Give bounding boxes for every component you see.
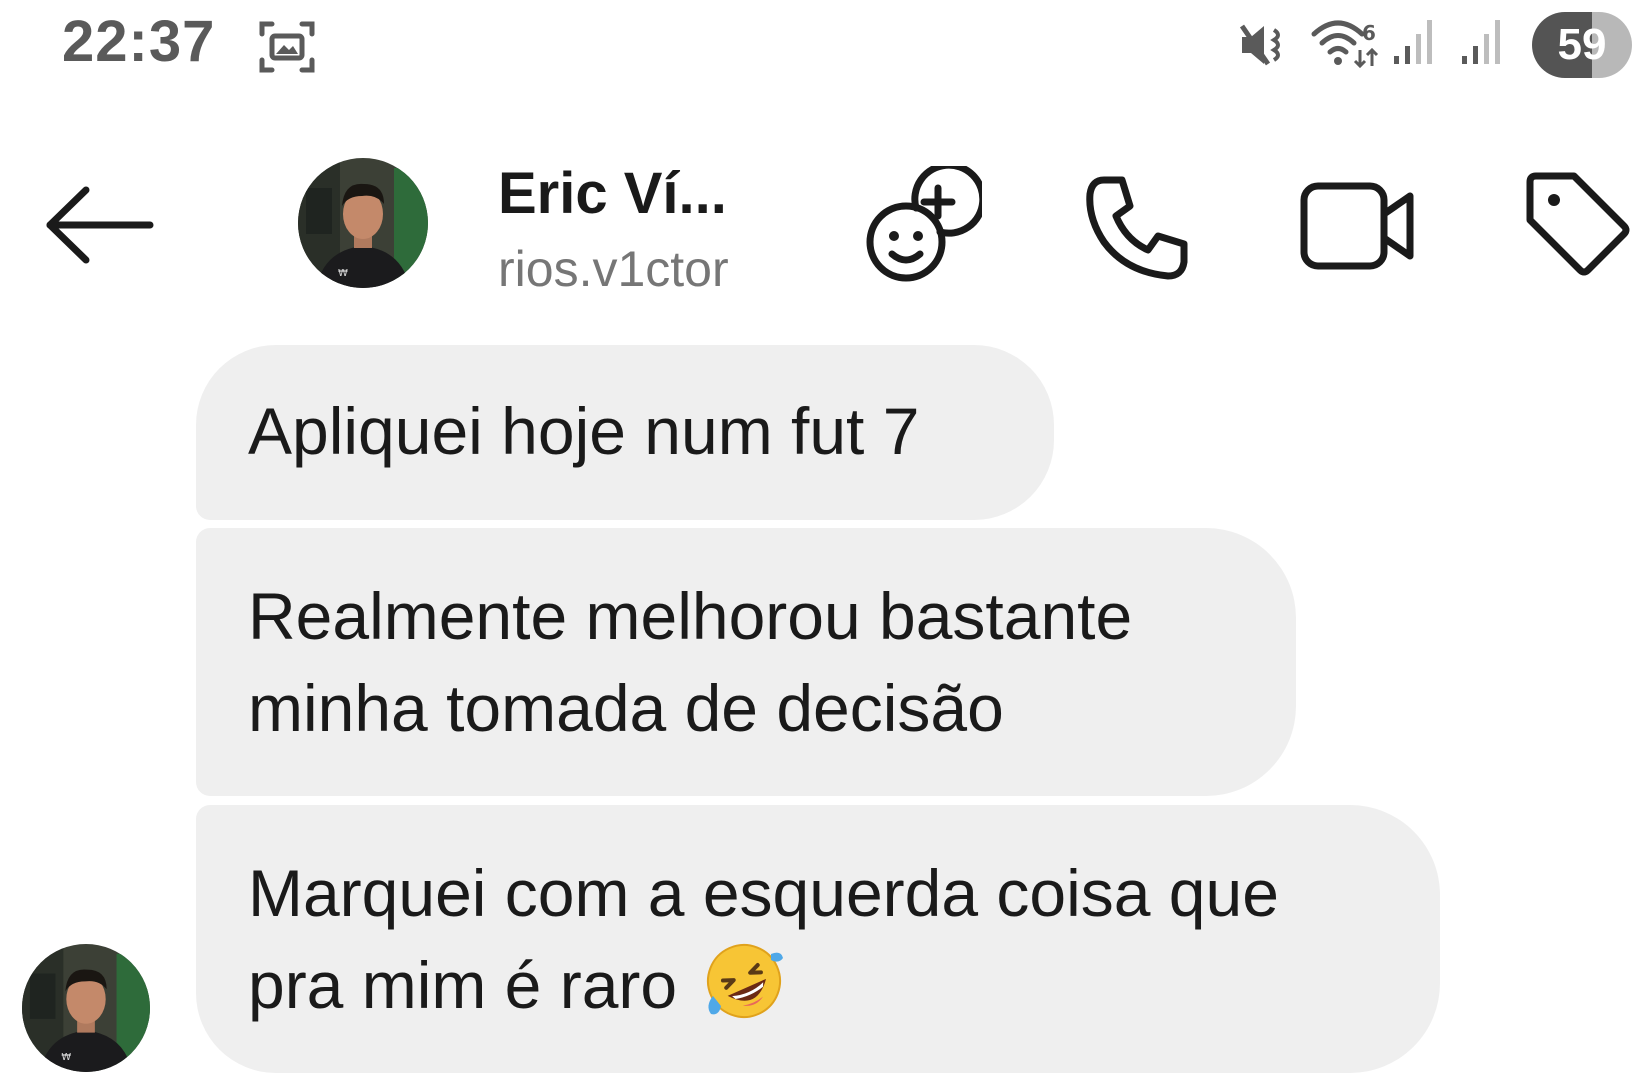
status-time: 22:37 — [62, 9, 216, 74]
mute-icon — [1239, 24, 1280, 66]
message-bubble[interactable]: Apliquei hoje num fut 7 — [196, 345, 1054, 520]
tag-icon[interactable] — [1522, 168, 1632, 278]
message-text: minha tomada de decisão — [248, 671, 1004, 745]
sender-avatar[interactable]: ₩ — [22, 944, 150, 1072]
video-camera-icon[interactable] — [1298, 176, 1418, 276]
signal-icon — [1462, 20, 1500, 64]
svg-text:₩: ₩ — [338, 268, 348, 279]
message-bubble[interactable]: Realmente melhorou bastante minha tomada… — [196, 528, 1296, 796]
svg-text:₩: ₩ — [61, 1052, 71, 1063]
message-text: Marquei com a esquerda coisa que — [248, 856, 1279, 930]
chat-header: ₩ Eric Ví... rios.v1ctor — [0, 140, 1647, 310]
battery-indicator: 59 — [1532, 12, 1632, 78]
effects-icon[interactable] — [862, 166, 982, 286]
status-bar: 22:37 6 59 — [0, 0, 1647, 90]
contact-name[interactable]: Eric Ví... — [498, 160, 727, 227]
wifi-icon: 6 — [1311, 20, 1379, 69]
contact-avatar[interactable]: ₩ — [298, 158, 428, 288]
message-text: pra mim é raro — [248, 948, 678, 1022]
back-arrow-icon[interactable] — [40, 180, 160, 270]
contact-username[interactable]: rios.v1ctor — [498, 240, 729, 298]
message-text: Apliquei hoje num fut 7 — [248, 394, 920, 468]
rolling-on-floor-laughing-emoji-icon — [707, 944, 784, 1018]
message-bubble[interactable]: Marquei com a esquerda coisa que pra mim… — [196, 805, 1440, 1073]
signal-icon — [1394, 20, 1432, 64]
svg-text:6: 6 — [1362, 21, 1376, 45]
phone-icon[interactable] — [1082, 172, 1192, 282]
screen-record-icon — [259, 21, 315, 73]
message-text: Realmente melhorou bastante — [248, 579, 1133, 653]
